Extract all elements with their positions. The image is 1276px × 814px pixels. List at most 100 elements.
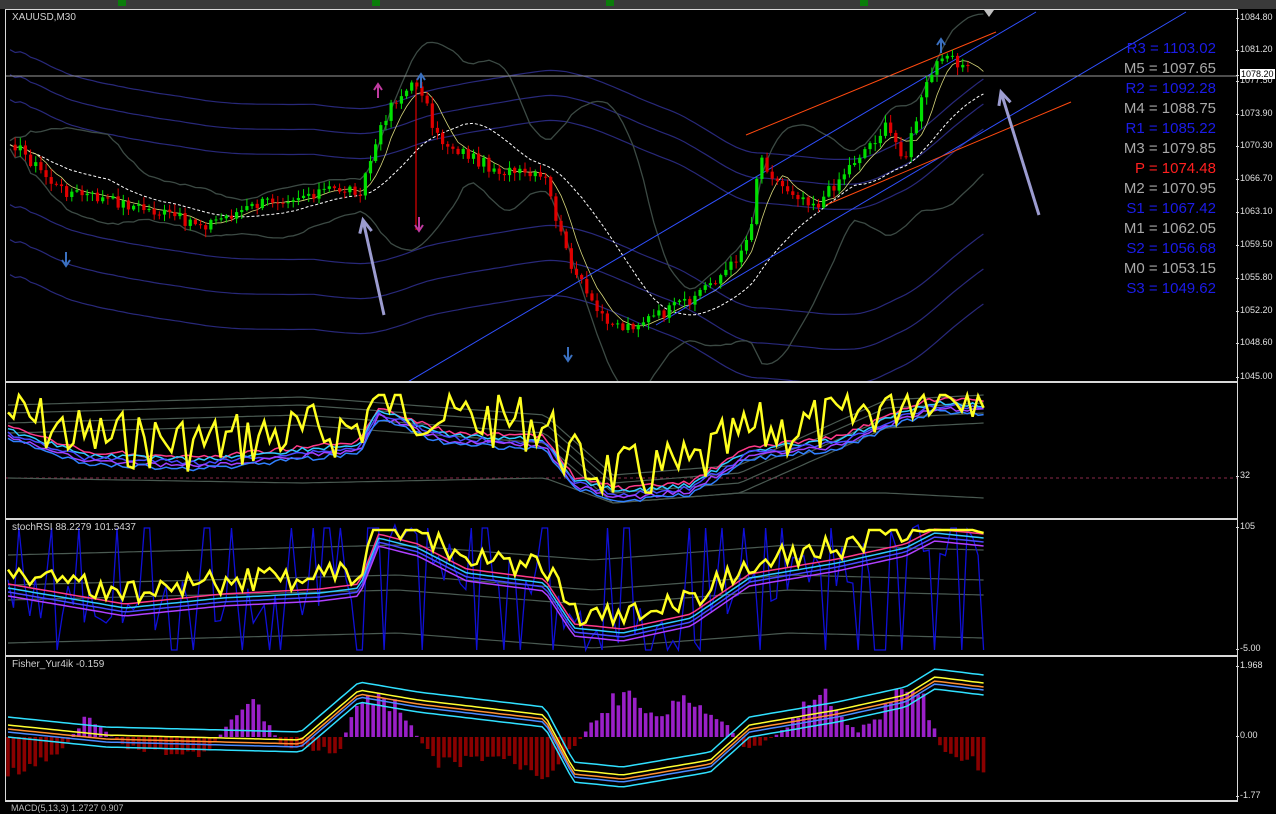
shift-marker-icon <box>984 10 994 17</box>
price-scale[interactable]: 1084.801081.201077.501073.901070.301066.… <box>1238 9 1276 382</box>
fisher-histogram-bar-negative <box>491 737 495 757</box>
candle-body <box>173 212 176 216</box>
candle-body <box>925 82 928 97</box>
fisher-histogram-bar-positive <box>262 721 266 737</box>
rsi-scale[interactable]: 32 <box>1238 382 1276 519</box>
candle-body <box>529 173 532 177</box>
bollinger-lower-line <box>10 149 983 382</box>
fisher-histogram-bar-negative <box>328 737 332 753</box>
candle-body <box>637 325 640 329</box>
fisher-histogram-bar-negative <box>769 737 773 738</box>
price-scale-tick: 1048.60 <box>1240 337 1273 347</box>
candle-body <box>462 149 465 154</box>
candle-body <box>44 170 47 177</box>
fisher-histogram-bar-positive <box>83 717 87 737</box>
toolbar-marker <box>118 0 126 6</box>
fisher-histogram-bar-positive <box>399 713 403 737</box>
candle-body <box>142 204 145 210</box>
indicator-scale-tick: 0.00 <box>1240 730 1258 740</box>
candle-body <box>446 144 449 147</box>
stochrsi-indicator-canvas[interactable] <box>6 520 1238 656</box>
pivot-level-label: M1 = 1062.05 <box>1106 220 1216 237</box>
candle-body <box>482 158 485 167</box>
candle-body <box>178 213 181 216</box>
fisher-histogram-bar-negative <box>568 737 572 749</box>
candle-body <box>384 121 387 125</box>
fisher-histogram-bar-negative <box>23 737 27 772</box>
stochrsi-scale[interactable]: 105-5.00 <box>1238 519 1276 656</box>
candle-body <box>750 224 753 240</box>
price-chart-canvas[interactable] <box>6 10 1238 382</box>
stochrsi-indicator-pane[interactable]: stochRSI 88.2279 101.5437 <box>5 519 1238 656</box>
candle-body <box>559 221 562 232</box>
fisher-histogram-bar-positive <box>584 731 588 737</box>
rsi-indicator-canvas[interactable] <box>6 383 1238 519</box>
candle-body <box>930 75 933 82</box>
candle-body <box>657 310 660 315</box>
candle-body <box>668 305 671 318</box>
candle-body <box>941 59 944 62</box>
fractal-down-arrow-icon <box>374 84 382 98</box>
candle-body <box>456 149 459 154</box>
candle-body <box>127 200 130 209</box>
candle-body <box>214 220 217 221</box>
fisher-histogram-bar-negative <box>944 737 948 752</box>
fisher-histogram-bar-negative <box>17 737 21 774</box>
fisher-histogram-bar-positive <box>840 717 844 737</box>
candle-body <box>14 145 17 151</box>
fisher-histogram-bar-positive <box>856 732 860 737</box>
candle-body <box>353 187 356 195</box>
candle-body <box>832 186 835 191</box>
candle-body <box>34 162 37 166</box>
price-scale-tick: 1081.20 <box>1240 44 1273 54</box>
fisher-histogram-bar-positive <box>786 728 790 737</box>
candle-body <box>281 203 284 204</box>
fisher-histogram-bar-positive <box>873 720 877 737</box>
candle-body <box>451 147 454 149</box>
fisher-scale[interactable]: 1.9680.00-1.77 <box>1238 656 1276 801</box>
candle-body <box>137 204 140 205</box>
fisher-histogram-bar-negative <box>480 737 484 761</box>
candle-body <box>374 144 377 161</box>
fisher-histogram-bar-positive <box>611 693 615 737</box>
macd-indicator-pane[interactable]: MACD(5,13,3) 1.2727 0.907 <box>5 801 1238 814</box>
fisher-histogram-bar-negative <box>431 737 435 756</box>
candle-body <box>735 262 738 263</box>
fisher-indicator-pane[interactable]: Fisher_Yur4ik -0.159 <box>5 656 1238 801</box>
candle-body <box>802 197 805 199</box>
candle-body <box>19 145 22 150</box>
price-chart-pane[interactable]: XAUUSD,M30 R3 = 1103.02M5 = 1097.65R2 = … <box>5 9 1238 382</box>
fisher-histogram-bar-negative <box>938 737 942 745</box>
fisher-histogram-bar-positive <box>617 705 621 737</box>
fisher-histogram-bar-positive <box>895 689 899 737</box>
candle-body <box>194 220 197 225</box>
channel-line-blue <box>406 12 1036 382</box>
candle-body <box>477 154 480 167</box>
pivot-level-label: M0 = 1053.15 <box>1106 260 1216 277</box>
fisher-histogram-bar-positive <box>677 702 681 737</box>
fisher-histogram-bar-negative <box>578 737 582 739</box>
candle-body <box>292 200 295 202</box>
candle-body <box>436 128 439 133</box>
candle-body <box>946 56 949 59</box>
candle-body <box>935 61 938 75</box>
rsi-indicator-pane[interactable] <box>5 382 1238 519</box>
candle-body <box>601 311 604 313</box>
fisher-indicator-canvas[interactable] <box>6 657 1238 801</box>
candle-body <box>652 316 655 317</box>
candle-body <box>791 191 794 195</box>
fisher-label: Fisher_Yur4ik -0.159 <box>12 659 104 670</box>
candle-body <box>858 158 861 163</box>
fisher-histogram-bar-negative <box>459 737 463 767</box>
fisher-histogram-bar-positive <box>715 719 719 737</box>
fisher-histogram-bar-positive <box>927 720 931 737</box>
candle-body <box>683 299 686 301</box>
fisher-histogram-bar-positive <box>638 708 642 737</box>
candle-body <box>106 197 109 198</box>
candle-body <box>333 186 336 188</box>
price-scale-tick: 1070.30 <box>1240 140 1273 150</box>
candle-body <box>39 162 42 170</box>
candle-body <box>642 322 645 325</box>
annotation-arrow-icon <box>363 220 384 315</box>
fisher-histogram-bar-negative <box>208 737 212 750</box>
